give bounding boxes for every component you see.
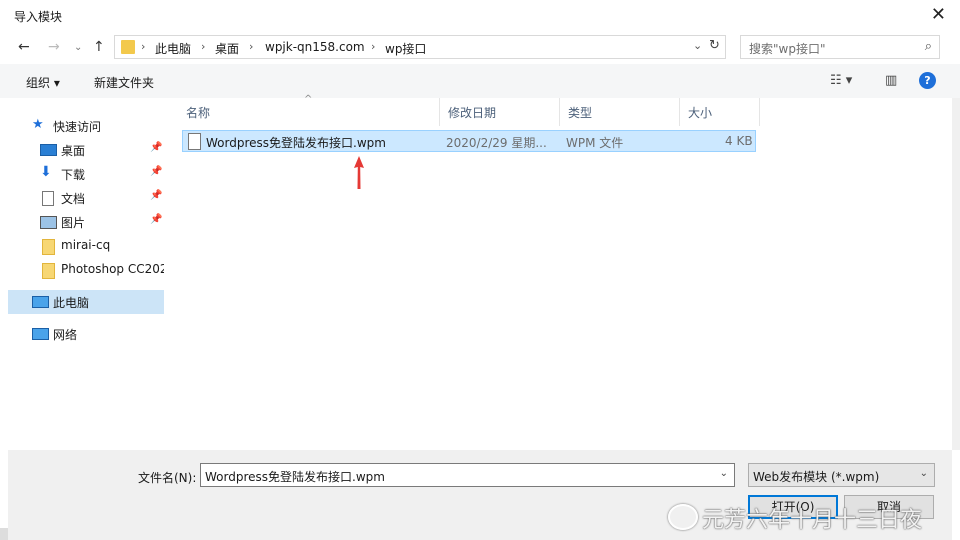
sidebar-item-quick-access[interactable]: ★ 快速访问 [8,114,164,138]
filename-label: 文件名(N): [138,471,197,485]
watermark: 元芳六年十月十三日夜 [668,502,922,534]
recent-chevron-icon[interactable]: ⌄ [74,42,82,53]
breadcrumb-chevron-icon[interactable]: › [141,40,145,53]
computer-icon [32,296,49,308]
window-scroll-edge [952,98,960,450]
file-type: WPM 文件 [566,136,624,150]
sidebar-item-label: 快速访问 [53,120,102,134]
pin-icon[interactable]: 📌 [150,190,162,201]
sidebar-item-label: 下载 [61,168,86,182]
sidebar-item-label: mirai-cq [61,238,111,252]
red-arrow-annotation [354,156,364,189]
document-icon [42,191,54,206]
picture-icon [40,216,57,229]
desktop-icon [40,144,57,156]
filename-value: Wordpress免登陆发布接口.wpm [205,470,385,484]
address-row: ← → ⌄ ↑ › 此电脑 › 桌面 › wpjk-qn158.com › wp… [0,30,960,64]
folder-icon [42,239,55,255]
weibo-logo-icon [668,504,698,530]
file-date: 2020/2/29 星期... [446,136,547,150]
sidebar-item-documents[interactable]: 文档 📌 [8,186,164,210]
chevron-down-icon[interactable]: ⌄ [920,468,928,479]
search-box[interactable]: 搜索"wp接口" ⌕ [740,35,940,59]
sidebar-item-label: 图片 [61,216,86,230]
new-folder-button[interactable]: 新建文件夹 [94,74,154,91]
background-window-strip [0,528,8,540]
breadcrumb-chevron-icon[interactable]: › [371,40,375,53]
file-type-value: Web发布模块 (*.wpm) [753,470,880,484]
sidebar-item-desktop[interactable]: 桌面 📌 [8,138,164,162]
preview-pane-icon[interactable]: ▥ [885,73,897,88]
search-placeholder: 搜索"wp接口" [749,42,826,56]
file-icon [188,133,201,150]
breadcrumb-wp-interface[interactable]: wp接口 [385,40,426,57]
chevron-down-icon[interactable]: ⌄ [720,468,728,479]
breadcrumb-chevron-icon[interactable]: › [201,40,205,53]
column-header-type[interactable]: 类型 [560,98,680,126]
forward-arrow-icon[interactable]: → [48,39,60,55]
star-icon: ★ [32,117,44,132]
sidebar-item-this-pc[interactable]: 此电脑 [8,290,164,314]
sidebar-item-label: Photoshop CC202 [61,262,164,276]
sidebar-item-label: 桌面 [61,144,86,158]
download-icon: ⬇ [40,164,52,180]
sidebar-item-pictures[interactable]: 图片 📌 [8,210,164,234]
breadcrumb-this-pc[interactable]: 此电脑 [155,40,191,57]
sidebar-item-downloads[interactable]: ⬇ 下载 📌 [8,162,164,186]
pin-icon[interactable]: 📌 [150,214,162,225]
sidebar-item-network[interactable]: 网络 [8,322,164,346]
file-name: Wordpress免登陆发布接口.wpm [206,136,386,150]
breadcrumb-wpjk[interactable]: wpjk-qn158.com [265,40,365,54]
folder-icon [42,263,55,279]
column-header-date[interactable]: 修改日期 [440,98,560,126]
back-arrow-icon[interactable]: ← [18,39,30,55]
breadcrumb-chevron-icon[interactable]: › [249,40,253,53]
organize-button[interactable]: 组织 ▾ [26,74,60,91]
help-icon[interactable]: ? [919,72,936,89]
close-icon[interactable]: ✕ [931,4,946,25]
breadcrumb-desktop[interactable]: 桌面 [215,40,239,57]
navigation-pane: ★ 快速访问 桌面 📌 ⬇ 下载 📌 文档 📌 图片 📌 mirai-cq Ph… [8,98,167,450]
title-bar: 导入模块 ✕ [0,0,960,30]
filename-input[interactable]: Wordpress免登陆发布接口.wpm ⌄ [200,463,735,487]
file-size: 4 KB [725,134,753,148]
column-header-size[interactable]: 大小 [680,98,760,126]
search-icon[interactable]: ⌕ [925,39,932,54]
sidebar-item-label: 此电脑 [53,296,90,310]
sidebar-item-photoshop[interactable]: Photoshop CC202 [8,258,164,282]
sidebar-item-label: 文档 [61,192,86,206]
column-header-name[interactable]: 名称 [178,98,440,126]
sidebar-item-mirai-cq[interactable]: mirai-cq [8,234,164,258]
watermark-text: 元芳六年十月十三日夜 [702,508,923,533]
pin-icon[interactable]: 📌 [150,142,162,153]
folder-icon [121,40,135,54]
window-title: 导入模块 [14,10,63,24]
pin-icon[interactable]: 📌 [150,166,162,177]
up-arrow-icon[interactable]: ↑ [93,39,105,55]
network-icon [32,328,49,340]
file-type-select[interactable]: Web发布模块 (*.wpm) ⌄ [748,463,935,487]
refresh-icon[interactable]: ↻ [709,38,720,53]
table-row[interactable]: Wordpress免登陆发布接口.wpm 2020/2/29 星期... WPM… [182,130,756,152]
sidebar-item-label: 网络 [53,328,78,342]
address-bar[interactable]: › 此电脑 › 桌面 › wpjk-qn158.com › wp接口 ⌄ ↻ [114,35,726,59]
view-options-icon[interactable]: ☷ ▾ [830,73,852,88]
command-bar: 组织 ▾ 新建文件夹 ☷ ▾ ▥ ? [0,64,960,98]
file-list: ^ 名称 修改日期 类型 大小 Wordpress免登陆发布接口.wpm 202… [166,94,952,450]
address-dropdown-icon[interactable]: ⌄ [693,39,702,52]
